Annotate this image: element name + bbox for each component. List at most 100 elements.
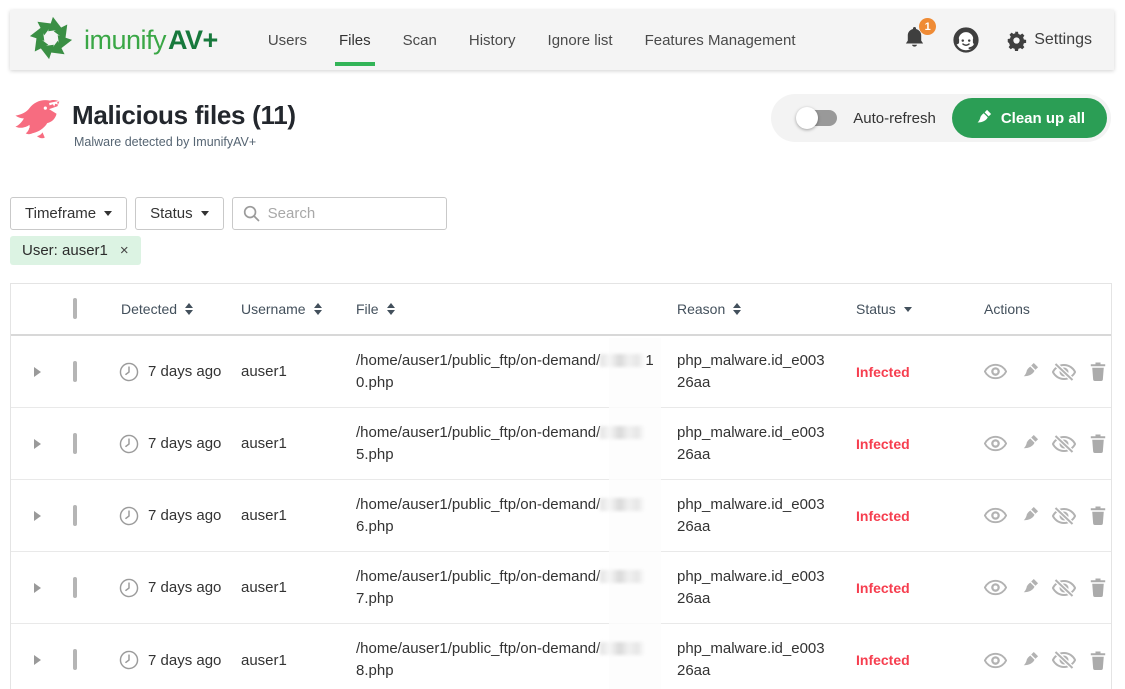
page-title: Malicious files (11)	[72, 100, 296, 131]
redacted-filename	[600, 570, 644, 583]
row-checkbox[interactable]	[73, 649, 77, 670]
reason-cell: php_malware.id_e00326aa	[667, 494, 846, 538]
clock-icon	[119, 362, 139, 382]
expand-row-button[interactable]	[11, 655, 63, 665]
ignore-eye-slash-icon[interactable]	[1052, 435, 1076, 453]
cleanup-broom-icon[interactable]	[1020, 362, 1039, 381]
reason-cell: php_malware.id_e00326aa	[667, 422, 846, 466]
chevron-down-icon	[104, 211, 112, 216]
status-badge: Infected	[846, 364, 974, 380]
column-header-username[interactable]: Username	[231, 301, 346, 317]
delete-trash-icon[interactable]	[1089, 577, 1107, 598]
brand-name: imunify	[84, 25, 166, 55]
nav-item-ignore-list[interactable]: Ignore list	[532, 10, 629, 70]
column-header-status[interactable]: Status	[846, 301, 974, 317]
page-header: Malicious files (11) Malware detected by…	[8, 94, 1111, 159]
row-actions	[974, 433, 1111, 454]
status-badge: Infected	[846, 580, 974, 596]
nav-item-history[interactable]: History	[453, 10, 532, 70]
row-checkbox[interactable]	[73, 361, 77, 382]
settings-label: Settings	[1034, 31, 1092, 49]
brand-logo[interactable]: imunifyAV+	[28, 15, 218, 66]
ignore-eye-slash-icon[interactable]	[1052, 651, 1076, 669]
view-file-icon[interactable]	[984, 652, 1007, 669]
status-badge: Infected	[846, 508, 974, 524]
username-cell: auser1	[231, 435, 346, 452]
file-path-cell: /home/auser1/public_ftp/on-demand/7.php	[346, 566, 667, 610]
ignore-eye-slash-icon[interactable]	[1052, 363, 1076, 381]
remove-tag-icon[interactable]: ×	[120, 242, 129, 259]
row-checkbox[interactable]	[73, 577, 77, 598]
chevron-right-icon	[34, 583, 41, 593]
username-cell: auser1	[231, 363, 346, 380]
view-file-icon[interactable]	[984, 435, 1007, 452]
notifications-bell-icon[interactable]: 1	[903, 25, 926, 55]
auto-refresh-toggle[interactable]	[799, 110, 837, 126]
support-headset-icon[interactable]	[952, 26, 980, 54]
cleanup-broom-icon[interactable]	[1020, 506, 1039, 525]
malicious-shark-icon	[8, 94, 64, 159]
delete-trash-icon[interactable]	[1089, 650, 1107, 671]
clean-up-all-button[interactable]: Clean up all	[952, 98, 1107, 138]
table-row: 7 days ago auser1 /home/auser1/public_ft…	[11, 408, 1111, 480]
search-box	[232, 197, 447, 230]
table-row: 7 days ago auser1 /home/auser1/public_ft…	[11, 336, 1111, 408]
view-file-icon[interactable]	[984, 507, 1007, 524]
main-nav: Users Files Scan History Ignore list Fea…	[252, 10, 812, 70]
table-body: 7 days ago auser1 /home/auser1/public_ft…	[11, 336, 1111, 689]
clock-icon	[119, 650, 139, 670]
status-dropdown[interactable]: Status	[135, 197, 224, 230]
column-header-actions: Actions	[974, 301, 1111, 317]
delete-trash-icon[interactable]	[1089, 505, 1107, 526]
cleanup-broom-icon[interactable]	[1020, 434, 1039, 453]
timeframe-dropdown[interactable]: Timeframe	[10, 197, 127, 230]
redacted-filename	[600, 498, 644, 511]
ignore-eye-slash-icon[interactable]	[1052, 507, 1076, 525]
column-header-detected[interactable]: Detected	[101, 301, 231, 317]
table-header: Detected Username File Reason Status Act…	[11, 284, 1111, 336]
brand-suffix: AV+	[168, 25, 218, 55]
username-cell: auser1	[231, 507, 346, 524]
expand-row-button[interactable]	[11, 439, 63, 449]
file-path-cell: /home/auser1/public_ftp/on-demand/6.php	[346, 494, 667, 538]
chevron-right-icon	[34, 655, 41, 665]
column-header-reason[interactable]: Reason	[667, 301, 846, 317]
filters-bar: Timeframe Status	[10, 197, 1125, 230]
settings-button[interactable]: Settings	[1006, 30, 1092, 51]
view-file-icon[interactable]	[984, 363, 1007, 380]
nav-item-users[interactable]: Users	[252, 10, 323, 70]
page-subtitle: Malware detected by ImunifyAV+	[74, 135, 296, 149]
ignore-eye-slash-icon[interactable]	[1052, 579, 1076, 597]
detected-cell: 7 days ago	[101, 578, 231, 598]
cleanup-broom-icon[interactable]	[1020, 651, 1039, 670]
row-actions	[974, 505, 1111, 526]
row-checkbox[interactable]	[73, 433, 77, 454]
cleanup-broom-icon[interactable]	[1020, 578, 1039, 597]
expand-row-button[interactable]	[11, 511, 63, 521]
row-checkbox[interactable]	[73, 505, 77, 526]
view-file-icon[interactable]	[984, 579, 1007, 596]
chevron-right-icon	[34, 367, 41, 377]
delete-trash-icon[interactable]	[1089, 433, 1107, 454]
select-all-checkbox[interactable]	[73, 298, 77, 319]
nav-item-features-management[interactable]: Features Management	[629, 10, 812, 70]
nav-item-scan[interactable]: Scan	[387, 10, 453, 70]
redacted-filename	[600, 426, 644, 439]
column-header-file[interactable]: File	[346, 301, 667, 317]
expand-row-button[interactable]	[11, 583, 63, 593]
search-input[interactable]	[268, 205, 467, 222]
clock-icon	[119, 578, 139, 598]
reason-cell: php_malware.id_e00326aa	[667, 566, 846, 610]
reason-cell: php_malware.id_e00326aa	[667, 350, 846, 394]
redacted-filename	[600, 642, 644, 655]
status-badge: Infected	[846, 652, 974, 668]
status-badge: Infected	[846, 436, 974, 452]
auto-refresh-label: Auto-refresh	[853, 110, 936, 127]
delete-trash-icon[interactable]	[1089, 361, 1107, 382]
expand-row-button[interactable]	[11, 367, 63, 377]
table-row: 7 days ago auser1 /home/auser1/public_ft…	[11, 624, 1111, 689]
detected-cell: 7 days ago	[101, 650, 231, 670]
chevron-right-icon	[34, 511, 41, 521]
username-cell: auser1	[231, 652, 346, 669]
nav-item-files[interactable]: Files	[323, 10, 387, 70]
